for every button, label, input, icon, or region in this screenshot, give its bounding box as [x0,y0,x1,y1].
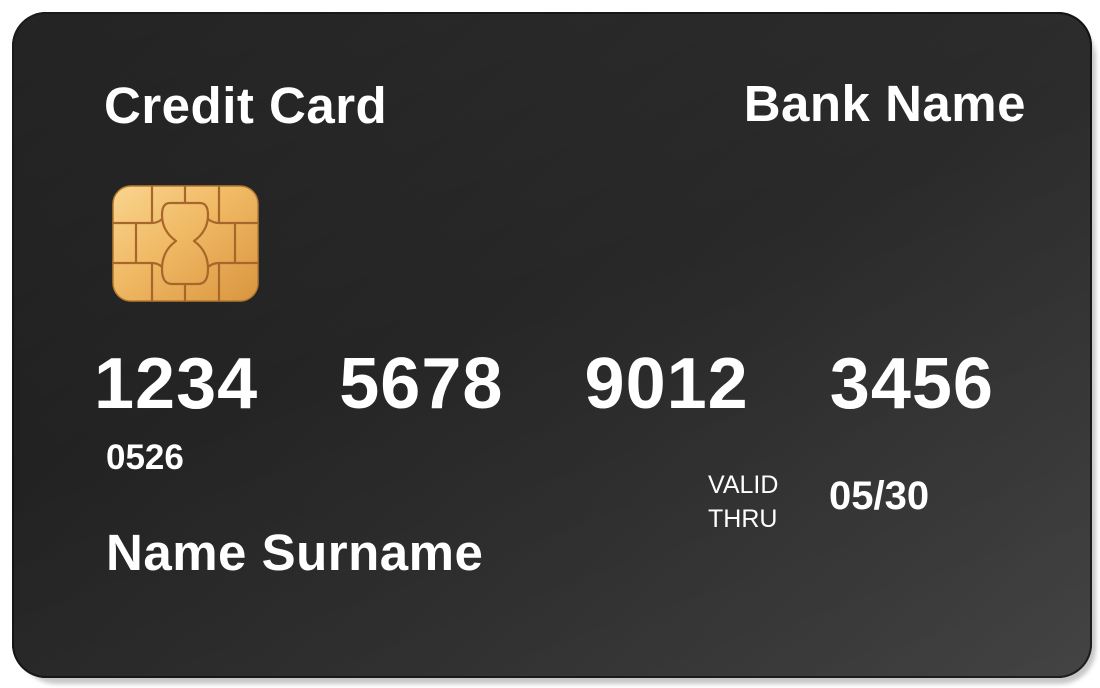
card-number: 1234 5678 9012 3456 [94,348,994,420]
valid-thru-line-1: VALID [708,471,779,499]
card-small-code: 0526 [106,438,184,477]
credit-card: Credit Card Bank Name 1234 5678 9012 345… [12,12,1092,678]
card-number-group: 9012 [584,344,749,424]
card-number-group: 5678 [339,344,504,424]
card-type-label: Credit Card [104,77,388,134]
expiry-date: 05/30 [829,474,930,518]
bank-name: Bank Name [743,75,1026,132]
card-number-group: 1234 [94,344,259,424]
cardholder-name: Name Surname [106,524,484,581]
emv-chip-icon [112,185,259,302]
image-canvas: Credit Card Bank Name 1234 5678 9012 345… [0,0,1100,688]
valid-thru-label: VALID THRU [708,468,778,536]
card-number-group: 3456 [829,344,994,424]
valid-thru-line-2: THRU [708,505,778,533]
